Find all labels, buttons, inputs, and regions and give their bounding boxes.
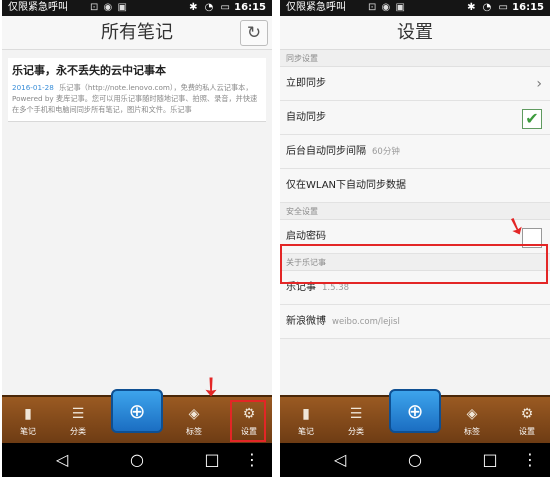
wlan-only-label: 仅在WLAN下自动同步数据	[286, 180, 407, 191]
new-note-button[interactable]: ⊕	[389, 389, 441, 433]
more-icon[interactable]: ⋮	[518, 443, 542, 477]
tag-icon: ◈	[188, 406, 200, 422]
recents-icon[interactable]: □	[470, 443, 510, 477]
sync-interval-row[interactable]: 后台自动同步间隔 60分钟	[280, 135, 550, 169]
note-item[interactable]: 乐记事，永不丢失的云中记事本 2016-01-28 乐记事（http://not…	[8, 58, 266, 122]
sync-now-row[interactable]: 立即同步 ›	[280, 67, 550, 101]
sync-now-label: 立即同步	[286, 78, 326, 89]
tab-category[interactable]: ☰ 分类	[334, 397, 378, 443]
tab-tags-label: 标签	[186, 427, 202, 436]
start-password-highlight	[280, 244, 548, 284]
notification-icons: ⊡ ◉ ▣	[90, 2, 128, 13]
tab-settings-label: 设置	[519, 427, 535, 436]
signal-icons: ✱ ◔ ▭	[189, 2, 232, 13]
back-icon[interactable]: ◁	[320, 443, 360, 477]
settings-list: 同步设置 立即同步 › 自动同步 ✔ 后台自动同步间隔 60分钟 仅在WLAN下自…	[280, 50, 550, 339]
section-header-sync: 同步设置	[280, 50, 550, 67]
auto-sync-label: 自动同步	[286, 112, 326, 123]
notebook-icon: ▮	[24, 406, 32, 422]
list-icon: ☰	[349, 406, 363, 422]
signal-icons: ✱ ◔ ▭	[467, 2, 510, 13]
left-screen: 仅限紧急呼叫 ⊡ ◉ ▣ ✱ ◔ ▭ 16:15 所有笔记 ↻ 乐记事，永不丢失…	[2, 0, 272, 477]
note-list: 乐记事，永不丢失的云中记事本 2016-01-28 乐记事（http://not…	[2, 50, 272, 395]
tab-tags-label: 标签	[464, 427, 480, 436]
start-password-label: 启动密码	[286, 231, 326, 242]
app-version-value: 1.5.38	[322, 283, 350, 293]
clock: 16:15	[234, 2, 266, 13]
home-icon[interactable]: ○	[117, 443, 157, 477]
sync-interval-value: 60分钟	[372, 147, 400, 157]
note-preview: 2016-01-28 乐记事（http://note.lenovo.com），免…	[12, 82, 262, 115]
sync-icon: ↻	[246, 23, 262, 43]
bottom-tab-bar: ▮ 笔记 ☰ 分类 ⊕ ◈ 标签 ⚙ 设置	[280, 389, 550, 443]
tab-notes[interactable]: ▮ 笔记	[284, 397, 328, 443]
note-date: 2016-01-28	[12, 83, 54, 92]
tab-category-label: 分类	[348, 427, 364, 436]
add-note-icon: ⊕	[406, 399, 424, 423]
tab-notes[interactable]: ▮ 笔记	[6, 397, 50, 443]
carrier-text: 仅限紧急呼叫	[286, 2, 346, 13]
weibo-value: weibo.com/lejisl	[332, 317, 400, 327]
tab-category-label: 分类	[70, 427, 86, 436]
notification-icons: ⊡ ◉ ▣	[368, 2, 406, 13]
title-bar: 设置	[280, 16, 550, 50]
tab-settings[interactable]: ⚙ 设置	[505, 397, 549, 443]
weibo-label: 新浪微博	[286, 316, 326, 327]
recents-icon[interactable]: □	[192, 443, 232, 477]
sync-interval-label: 后台自动同步间隔	[286, 146, 366, 157]
sync-button[interactable]: ↻	[240, 20, 268, 46]
carrier-text: 仅限紧急呼叫	[8, 2, 68, 13]
note-title: 乐记事，永不丢失的云中记事本	[12, 64, 166, 77]
page-title: 设置	[397, 22, 433, 43]
status-bar: 仅限紧急呼叫 ⊡ ◉ ▣ ✱ ◔ ▭ 16:15	[280, 0, 550, 16]
system-nav-bar: ◁ ○ □ ⋮	[280, 443, 550, 477]
system-nav-bar: ◁ ○ □ ⋮	[2, 443, 272, 477]
right-screen: 仅限紧急呼叫 ⊡ ◉ ▣ ✱ ◔ ▭ 16:15 设置 同步设置 立即同步 › …	[280, 0, 550, 477]
add-note-icon: ⊕	[128, 399, 146, 423]
gear-icon: ⚙	[520, 406, 534, 422]
tab-tags[interactable]: ◈ 标签	[450, 397, 494, 443]
tab-notes-label: 笔记	[20, 427, 36, 436]
settings-highlight	[230, 400, 266, 442]
tab-notes-label: 笔记	[298, 427, 314, 436]
chevron-right-icon: ›	[536, 76, 542, 92]
auto-sync-row[interactable]: 自动同步 ✔	[280, 101, 550, 135]
tag-icon: ◈	[466, 406, 478, 422]
check-icon: ✔	[525, 109, 539, 128]
list-icon: ☰	[71, 406, 85, 422]
more-icon[interactable]: ⋮	[240, 443, 264, 477]
new-note-button[interactable]: ⊕	[111, 389, 163, 433]
status-bar: 仅限紧急呼叫 ⊡ ◉ ▣ ✱ ◔ ▭ 16:15	[2, 0, 272, 16]
home-icon[interactable]: ○	[395, 443, 435, 477]
auto-sync-checkbox[interactable]: ✔	[522, 109, 542, 129]
notebook-icon: ▮	[302, 406, 310, 422]
clock: 16:15	[512, 2, 544, 13]
back-icon[interactable]: ◁	[42, 443, 82, 477]
weibo-row[interactable]: 新浪微博 weibo.com/lejisl	[280, 305, 550, 339]
wlan-only-row[interactable]: 仅在WLAN下自动同步数据	[280, 169, 550, 203]
tab-category[interactable]: ☰ 分类	[56, 397, 100, 443]
title-bar: 所有笔记 ↻	[2, 16, 272, 50]
page-title: 所有笔记	[101, 22, 173, 43]
